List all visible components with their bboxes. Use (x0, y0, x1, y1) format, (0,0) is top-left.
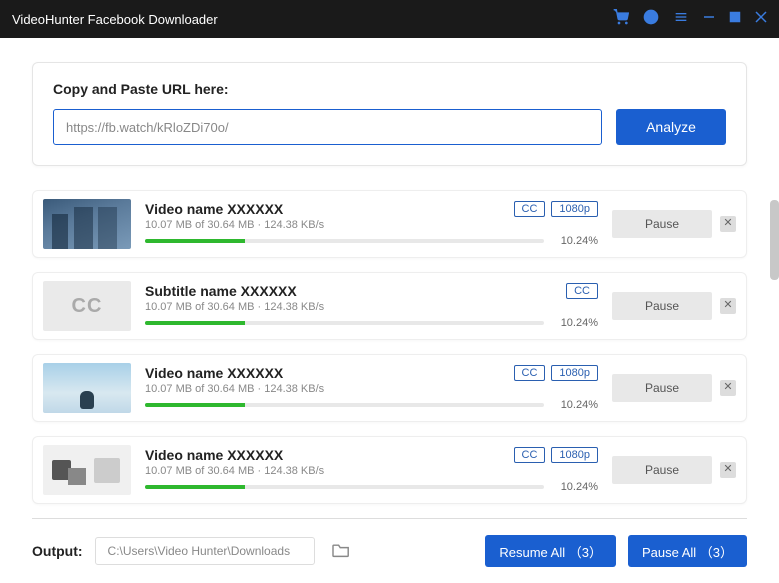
quality-badge: 1080p (551, 447, 598, 463)
progress-percent: 10.24% (554, 399, 598, 411)
analyze-button[interactable]: Analyze (616, 109, 726, 145)
user-icon[interactable] (643, 9, 659, 30)
cc-badge: CC (514, 447, 546, 463)
download-actions: Pause ✕ (612, 374, 736, 402)
download-badges: CC 1080p (514, 447, 598, 463)
pause-button[interactable]: Pause (612, 292, 712, 320)
download-item: Video name XXXXXX CC 1080p 10.07 MB of 30.6… (32, 436, 747, 504)
footer: Output: Resume All （3） Pause All （3） (0, 519, 779, 583)
folder-icon (331, 542, 351, 558)
download-stats: 10.07 MB of 30.64 MB · 124.38 KB/s (145, 219, 598, 231)
progress-percent: 10.24% (554, 235, 598, 247)
pause-button[interactable]: Pause (612, 456, 712, 484)
quality-badge: 1080p (551, 365, 598, 381)
cc-badge: CC (566, 283, 598, 299)
download-title: Video name XXXXXX (145, 447, 283, 463)
download-title: Video name XXXXXX (145, 201, 283, 217)
download-main: Subtitle name XXXXXX CC 10.07 MB of 30.64 … (145, 283, 598, 329)
download-badges: CC 1080p (514, 365, 598, 381)
main-content: Copy and Paste URL here: Analyze Video n… (0, 38, 779, 504)
progress-fill (145, 239, 245, 243)
progress-bar (145, 321, 544, 325)
cc-badge: CC (514, 201, 546, 217)
remove-download-button[interactable]: ✕ (720, 462, 736, 478)
download-thumbnail: CC (43, 281, 131, 331)
download-item: CC Subtitle name XXXXXX CC 10.07 MB of 30.6… (32, 272, 747, 340)
remove-download-button[interactable]: ✕ (720, 380, 736, 396)
download-badges: CC (566, 283, 598, 299)
cart-icon[interactable] (613, 9, 629, 30)
scrollbar-thumb[interactable] (770, 200, 779, 280)
progress-bar (145, 403, 544, 407)
download-stats: 10.07 MB of 30.64 MB · 124.38 KB/s (145, 465, 598, 477)
url-input[interactable] (53, 109, 602, 145)
app-title: VideoHunter Facebook Downloader (12, 12, 613, 27)
download-main: Video name XXXXXX CC 1080p 10.07 MB of 30.6… (145, 201, 598, 247)
close-icon[interactable] (755, 10, 767, 28)
pause-button[interactable]: Pause (612, 210, 712, 238)
progress-bar (145, 485, 544, 489)
download-item: Video name XXXXXX CC 1080p 10.07 MB of 30.6… (32, 354, 747, 422)
resume-all-button[interactable]: Resume All （3） (485, 535, 616, 567)
downloads-list: Video name XXXXXX CC 1080p 10.07 MB of 30.6… (32, 190, 747, 504)
progress-fill (145, 485, 245, 489)
download-actions: Pause ✕ (612, 456, 736, 484)
progress-bar (145, 239, 544, 243)
download-main: Video name XXXXXX CC 1080p 10.07 MB of 30.6… (145, 365, 598, 411)
remove-download-button[interactable]: ✕ (720, 216, 736, 232)
progress-percent: 10.24% (554, 481, 598, 493)
download-stats: 10.07 MB of 30.64 MB · 124.38 KB/s (145, 383, 598, 395)
download-thumbnail (43, 199, 131, 249)
download-stats: 10.07 MB of 30.64 MB · 124.38 KB/s (145, 301, 598, 313)
download-title: Video name XXXXXX (145, 365, 283, 381)
download-item: Video name XXXXXX CC 1080p 10.07 MB of 30.6… (32, 190, 747, 258)
remove-download-button[interactable]: ✕ (720, 298, 736, 314)
browse-folder-button[interactable] (327, 538, 355, 565)
maximize-icon[interactable] (729, 10, 741, 28)
pause-all-button[interactable]: Pause All （3） (628, 535, 747, 567)
minimize-icon[interactable] (703, 10, 715, 28)
download-thumbnail (43, 445, 131, 495)
download-actions: Pause ✕ (612, 210, 736, 238)
progress-fill (145, 321, 245, 325)
download-actions: Pause ✕ (612, 292, 736, 320)
download-badges: CC 1080p (514, 201, 598, 217)
menu-icon[interactable] (673, 9, 689, 30)
output-label: Output: (32, 543, 83, 559)
progress-fill (145, 403, 245, 407)
titlebar: VideoHunter Facebook Downloader (0, 0, 779, 38)
cc-badge: CC (514, 365, 546, 381)
url-card: Copy and Paste URL here: Analyze (32, 62, 747, 166)
url-label: Copy and Paste URL here: (53, 81, 726, 97)
titlebar-icons (613, 9, 767, 30)
pause-button[interactable]: Pause (612, 374, 712, 402)
download-main: Video name XXXXXX CC 1080p 10.07 MB of 30.6… (145, 447, 598, 493)
download-title: Subtitle name XXXXXX (145, 283, 297, 299)
download-thumbnail (43, 363, 131, 413)
progress-percent: 10.24% (554, 317, 598, 329)
output-path-input[interactable] (95, 537, 315, 565)
quality-badge: 1080p (551, 201, 598, 217)
